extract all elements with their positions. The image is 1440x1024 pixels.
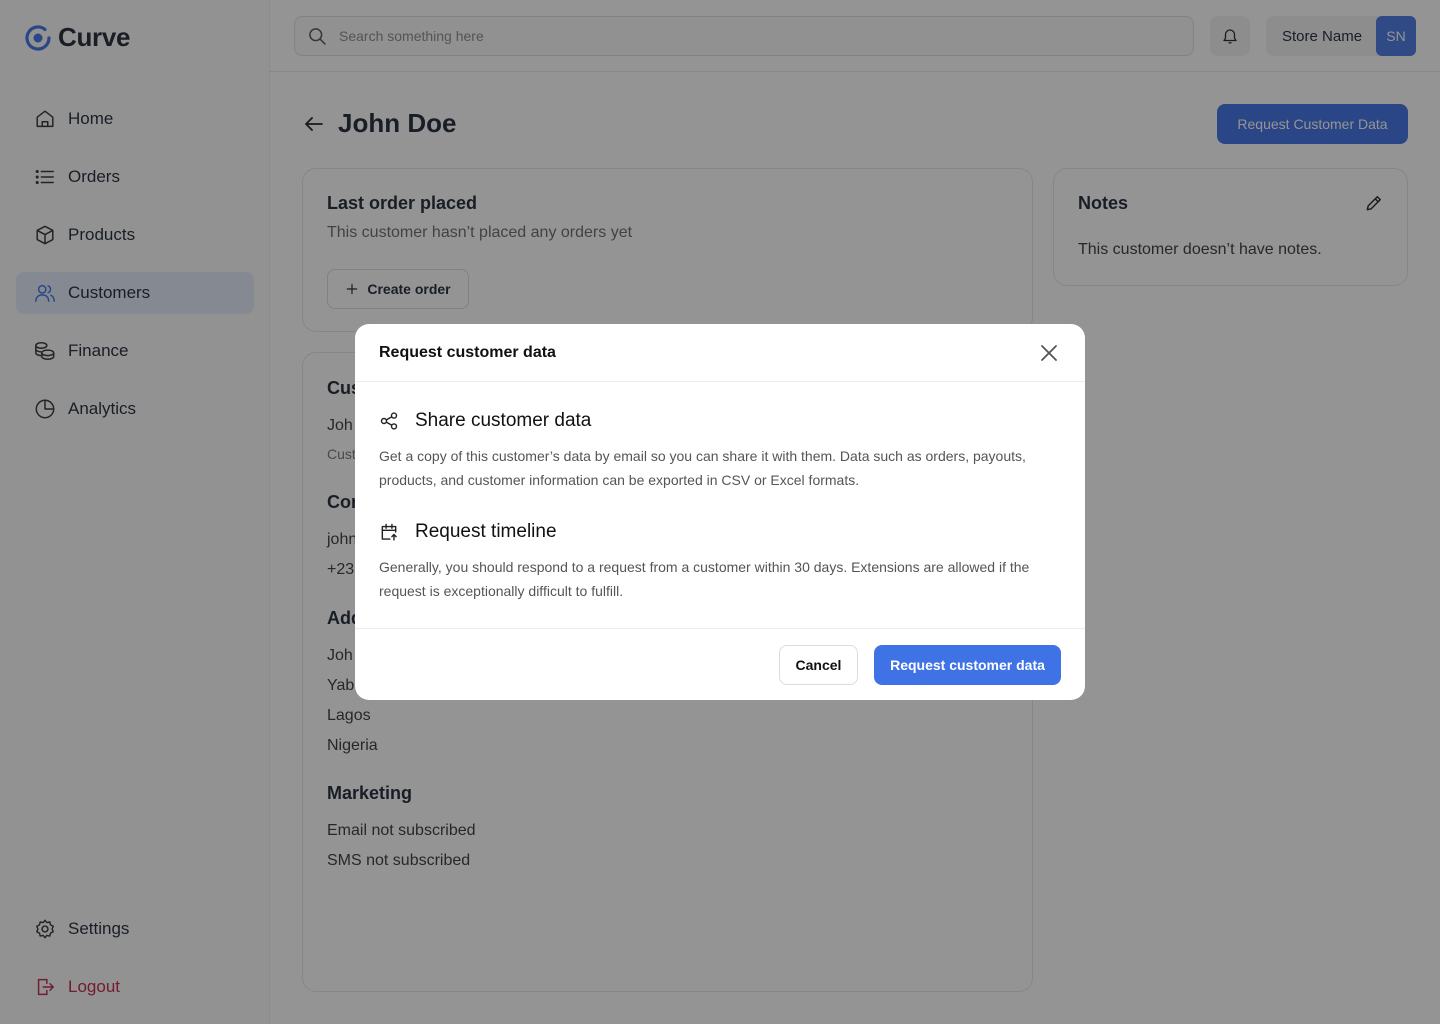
close-icon[interactable] [1037, 341, 1061, 365]
calendar-icon [381, 523, 397, 541]
confirm-request-button[interactable]: Request customer data [874, 645, 1061, 685]
section-title: Request timeline [415, 521, 557, 542]
cancel-button[interactable]: Cancel [779, 645, 858, 685]
modal-title: Request customer data [379, 344, 556, 361]
share-icon [380, 412, 398, 430]
section-title: Share customer data [415, 410, 592, 431]
section-body: Get a copy of this customer’s data by em… [379, 448, 1026, 488]
request-timeline-section: Request timeline Generally, you should r… [379, 519, 1063, 603]
modal-header: Request customer data [355, 324, 1085, 382]
share-data-section: Share customer data Get a copy of this c… [379, 408, 1063, 492]
modal-footer: Cancel Request customer data [355, 628, 1085, 700]
request-data-modal: Request customer data Share customer dat… [355, 324, 1085, 700]
section-body: Generally, you should respond to a reque… [379, 559, 1030, 599]
